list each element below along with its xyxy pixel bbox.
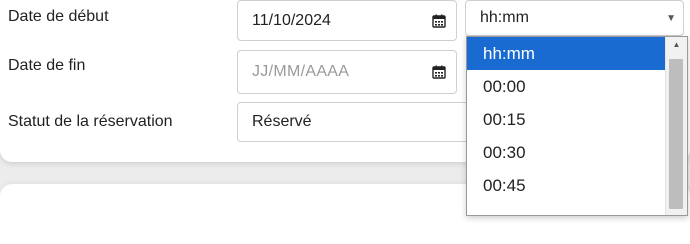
- end-date-placeholder: JJ/MM/AAAA: [252, 63, 350, 80]
- end-date-input[interactable]: JJ/MM/AAAA: [237, 50, 457, 94]
- calendar-icon[interactable]: [432, 65, 446, 79]
- time-option[interactable]: 00:45: [467, 169, 665, 202]
- start-date-input[interactable]: 11/10/2024: [237, 0, 457, 41]
- start-time-value: hh:mm: [480, 9, 529, 26]
- start-date-label: Date de début: [8, 8, 109, 25]
- chevron-down-icon: ▼: [666, 13, 676, 25]
- time-option[interactable]: hh:mm: [467, 37, 665, 70]
- start-time-select[interactable]: hh:mm ▼: [465, 0, 684, 36]
- scroll-thumb[interactable]: [669, 59, 683, 209]
- time-option[interactable]: 00:15: [467, 103, 665, 136]
- dropdown-scrollbar[interactable]: ▲: [665, 37, 687, 215]
- scroll-up-arrow-icon[interactable]: ▲: [666, 40, 687, 49]
- time-option[interactable]: 00:00: [467, 70, 665, 103]
- end-date-label: Date de fin: [8, 57, 86, 74]
- status-label: Statut de la réservation: [8, 113, 173, 130]
- calendar-icon[interactable]: [432, 14, 446, 28]
- time-option[interactable]: 00:30: [467, 136, 665, 169]
- status-select[interactable]: Réservé: [237, 102, 497, 142]
- start-date-value: 11/10/2024: [252, 11, 331, 29]
- status-value: Réservé: [252, 113, 312, 130]
- time-dropdown-list: hh:mm 00:00 00:15 00:30 00:45 ▲: [466, 36, 688, 216]
